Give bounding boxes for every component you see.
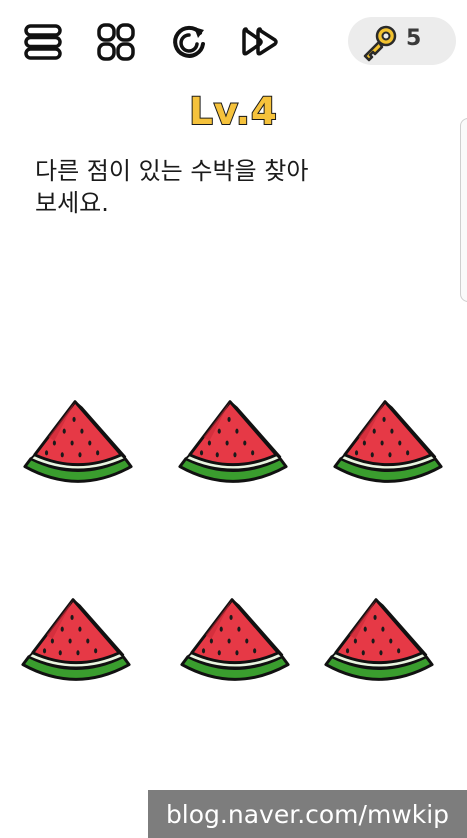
watermark: blog.naver.com/mwkip <box>148 790 467 838</box>
key-icon <box>363 25 397 62</box>
key-count: 5 <box>406 26 422 51</box>
watermelon-5[interactable] <box>176 595 294 687</box>
watermelon-3[interactable] <box>329 397 447 489</box>
watermelon-1[interactable] <box>19 397 137 489</box>
watermelon-slice-icon <box>23 400 133 483</box>
top-toolbar: 5 <box>0 0 467 86</box>
watermelon-slice-icon <box>180 598 290 681</box>
watermelon-slice-icon <box>21 598 131 681</box>
watermelon-slice-icon <box>324 598 434 681</box>
level-title: Lv.4 <box>188 89 278 134</box>
skip-button[interactable] <box>237 18 285 66</box>
side-panel-handle[interactable] <box>460 118 467 302</box>
watermelon-6[interactable] <box>320 595 438 687</box>
restart-button[interactable] <box>165 18 213 66</box>
question-line-1: 다른 점이 있는 수박을 찾아 <box>35 157 309 185</box>
menu-stack-icon <box>24 24 62 60</box>
key-counter[interactable]: 5 <box>348 17 456 65</box>
question-line-2: 보세요. <box>35 189 109 217</box>
menu-button[interactable] <box>19 18 67 66</box>
restart-icon <box>173 25 205 58</box>
watermelon-slice-icon <box>333 400 443 483</box>
fast-forward-icon <box>242 27 278 56</box>
watermelon-2[interactable] <box>174 397 292 489</box>
level-select-button[interactable] <box>92 18 140 66</box>
watermelon-slice-icon <box>178 400 288 483</box>
grid-icon <box>97 23 135 61</box>
watermelon-4[interactable] <box>17 595 135 687</box>
question-text: 다른 점이 있는 수박을 찾아 보세요. <box>35 155 375 219</box>
